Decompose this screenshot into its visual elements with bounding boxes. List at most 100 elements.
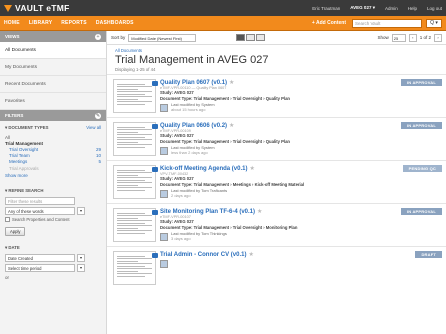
date-filter: ▾ DATE Date Created ▾ Select time period…	[0, 241, 106, 282]
favorite-star-icon[interactable]: ★	[229, 79, 234, 86]
date-period-select[interactable]: Select time period	[5, 264, 75, 273]
document-study: Study: AVEG 027	[160, 133, 194, 138]
modified-ago: 2 days ago	[171, 192, 191, 198]
document-thumbnail[interactable]	[113, 251, 158, 285]
document-thumbnail[interactable]	[113, 79, 158, 113]
document-title[interactable]: Quality Plan 0606 (v0.2)	[160, 123, 227, 129]
page-title: Trial Management in AVEG 027	[115, 54, 269, 66]
vault-selector[interactable]: AVEG 027 ▾	[350, 5, 375, 11]
user-name[interactable]: Eric Trautman	[312, 6, 340, 11]
view-recent-documents[interactable]: Recent Documents	[0, 76, 106, 93]
date-title[interactable]: ▾ DATE	[5, 245, 20, 251]
document-row[interactable]: Quality Plan 0606 (v0.2) ★ IN APPROVAL e…	[107, 117, 446, 160]
favorite-star-icon[interactable]: ★	[248, 251, 253, 258]
top-bar: VAULT eTMF Eric Trautman AVEG 027 ▾ Admi…	[0, 0, 446, 16]
view-all-link[interactable]: View all	[86, 125, 101, 131]
logout-link[interactable]: Log out	[427, 6, 442, 11]
date-field-select[interactable]: Date Created	[5, 254, 75, 263]
tab-library[interactable]: LIBRARY	[29, 20, 52, 26]
document-title[interactable]: Quality Plan 0607 (v0.1)	[160, 80, 227, 86]
main-nav: HOME LIBRARY REPORTS DASHBOARDS + Add Co…	[0, 16, 446, 31]
grid-view-icon[interactable]	[256, 34, 266, 41]
apply-button[interactable]: Apply	[5, 227, 26, 237]
edit-filters-icon[interactable]: ✎	[95, 112, 101, 119]
document-row[interactable]: Kick-off Meeting Agenda (v0.1) ★ PENDING…	[107, 160, 446, 203]
search-input[interactable]: Search Vault	[352, 18, 422, 28]
document-type-icon	[152, 253, 158, 258]
avatar	[160, 232, 168, 241]
vault-logo-icon	[4, 4, 12, 12]
tab-home[interactable]: HOME	[4, 20, 20, 26]
refine-input[interactable]: Filter these results	[5, 197, 75, 206]
app-logo[interactable]: VAULT eTMF	[4, 3, 70, 13]
document-row[interactable]: Site Monitoring Plan TF-6-4 (v0.1) ★ IN …	[107, 203, 446, 246]
document-study: Study: AVEG 027	[160, 219, 194, 224]
document-study: Study: AVEG 027	[160, 176, 194, 181]
status-badge: IN APPROVAL	[400, 208, 442, 215]
modified-ago: less than 2 days ago	[171, 149, 208, 155]
tab-dashboards[interactable]: DASHBOARDS	[96, 20, 134, 26]
modified-ago: about 15 hours ago	[171, 106, 206, 112]
avatar	[160, 260, 168, 268]
document-study: Study: AVEG 027	[160, 90, 194, 95]
results-toolbar: Sort by Modified Date (Newest First) Sho…	[107, 31, 446, 45]
favorite-star-icon[interactable]: ★	[249, 165, 254, 172]
app-name: VAULT eTMF	[15, 3, 70, 13]
view-my-documents[interactable]: My Documents	[0, 59, 106, 76]
search-icon[interactable]: Q ▾	[426, 18, 442, 28]
document-type: Document Type: Trial Management › Trial …	[160, 95, 290, 101]
document-type: Document Type: Trial Management › Meetin…	[160, 181, 305, 187]
page-info: 1 of 2	[419, 35, 431, 40]
add-content-button[interactable]: + Add Content	[312, 20, 346, 26]
prev-page-icon[interactable]: ‹	[408, 33, 417, 42]
match-select[interactable]: Any of these words	[5, 207, 75, 216]
document-title[interactable]: Kick-off Meeting Agenda (v0.1)	[160, 166, 247, 172]
page-size-select[interactable]: 25	[391, 33, 406, 42]
document-thumbnail[interactable]	[113, 165, 158, 199]
favorite-star-icon[interactable]: ★	[229, 122, 234, 129]
document-type-icon	[152, 167, 158, 172]
show-more-link[interactable]: Show more	[5, 171, 101, 182]
avatar	[160, 103, 168, 112]
document-row[interactable]: Trial Admin - Connor CV (v0.1) ★ DRAFT	[107, 246, 446, 289]
document-type-icon	[152, 81, 158, 86]
status-badge: IN APPROVAL	[400, 79, 442, 86]
view-favorites[interactable]: Favorites	[0, 93, 106, 110]
chevron-down-icon[interactable]: ▾	[77, 254, 85, 263]
sort-label: Sort by	[111, 35, 126, 40]
chevron-down-icon[interactable]: ▾	[77, 207, 85, 216]
status-badge: DRAFT	[415, 251, 442, 258]
status-badge: PENDING QC	[402, 165, 442, 172]
chevron-down-icon[interactable]: ▾	[77, 264, 85, 273]
document-title[interactable]: Trial Admin - Connor CV (v0.1)	[160, 252, 246, 258]
admin-link[interactable]: Admin	[385, 6, 398, 11]
refine-title[interactable]: ▾ REFINE SEARCH	[5, 188, 43, 194]
detail-view-icon[interactable]	[236, 34, 246, 41]
breadcrumb[interactable]: All Documents	[115, 48, 438, 53]
list-view-icon[interactable]	[246, 34, 256, 41]
sort-select[interactable]: Modified Date (Newest First)	[128, 33, 197, 42]
doc-types-title[interactable]: ▾ DOCUMENT TYPES	[5, 125, 48, 131]
sidebar: VIEWS + All Documents My Documents Recen…	[0, 31, 107, 334]
document-title[interactable]: Site Monitoring Plan TF-6-4 (v0.1)	[160, 209, 255, 215]
document-row[interactable]: Quality Plan 0607 (v0.1) ★ IN APPROVAL e…	[107, 74, 446, 117]
filters-header: FILTERS ✎	[0, 110, 106, 121]
help-link[interactable]: Help	[408, 6, 417, 11]
document-type-icon	[152, 210, 158, 215]
document-type: Document Type: Trial Management › Trial …	[160, 138, 290, 144]
document-thumbnail[interactable]	[113, 208, 158, 242]
favorite-star-icon[interactable]: ★	[257, 208, 262, 215]
next-page-icon[interactable]: ›	[434, 33, 442, 42]
document-type-icon	[152, 124, 158, 129]
avatar	[160, 146, 168, 155]
tab-reports[interactable]: REPORTS	[61, 20, 87, 26]
avatar	[160, 189, 168, 198]
modified-ago: 3 days ago	[171, 235, 191, 241]
document-thumbnail[interactable]	[113, 122, 158, 156]
search-content-checkbox[interactable]	[5, 217, 10, 223]
search-content-label: Search Properties and Content	[12, 217, 70, 223]
add-view-icon[interactable]: +	[95, 33, 101, 40]
date-or-label: or	[5, 274, 10, 280]
view-all-documents[interactable]: All Documents	[0, 42, 106, 59]
refine-search-filter: ▾ REFINE SEARCH Filter these results Any…	[0, 184, 106, 241]
